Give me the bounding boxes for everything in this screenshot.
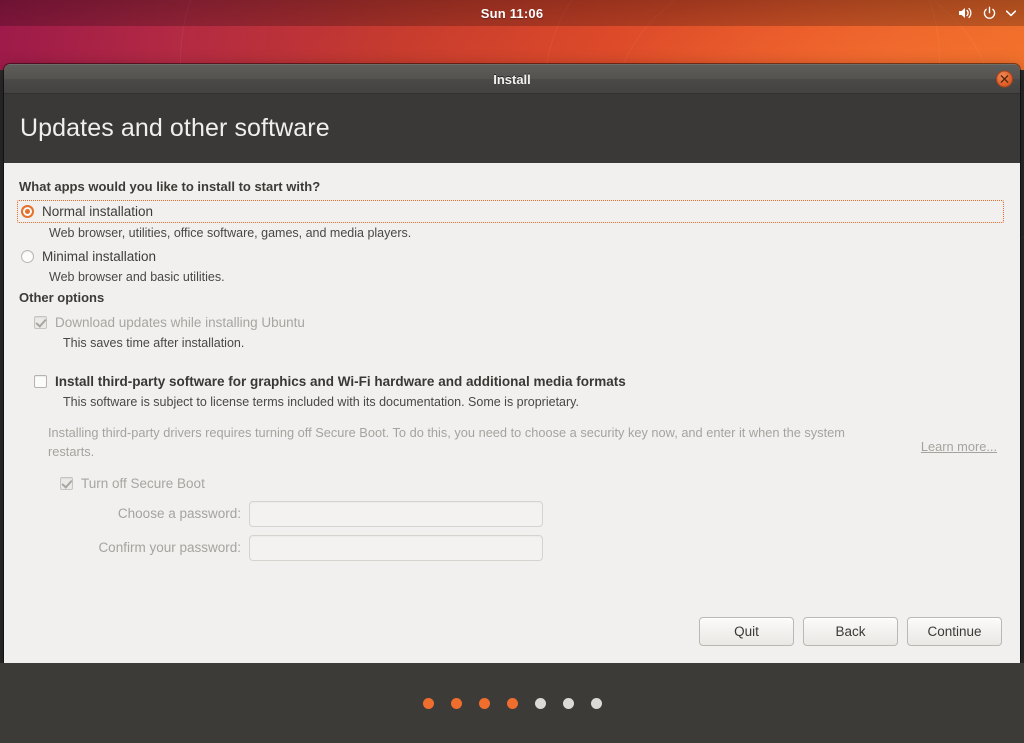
radio-indicator-minimal[interactable] (21, 250, 34, 263)
choose-password-row: Choose a password: (60, 500, 1003, 527)
confirm-password-row: Confirm your password: (60, 534, 1003, 561)
confirm-password-label: Confirm your password: (98, 540, 241, 556)
installer-window: Install Updates and other software What … (4, 64, 1020, 664)
clock-label[interactable]: Sun 11:06 (0, 6, 1024, 21)
checkbox-indicator-secure-boot (60, 476, 73, 490)
confirm-password-input[interactable] (249, 534, 543, 561)
progress-dot (422, 697, 434, 709)
radio-description-minimal: Web browser and basic utilities. (49, 270, 225, 284)
checkbox-label-download-updates: Download updates while installing Ubuntu (55, 315, 305, 330)
note-download-updates: This saves time after installation. (63, 336, 245, 350)
checkbox-label-third-party: Install third-party software for graphic… (55, 374, 626, 389)
progress-dot (562, 697, 574, 709)
other-options-heading: Other options (19, 290, 105, 305)
learn-more-link[interactable]: Learn more... (921, 439, 997, 454)
page-title: Updates and other software (20, 114, 330, 142)
apps-question-heading: What apps would you like to install to s… (19, 179, 321, 194)
system-indicators (957, 6, 1016, 21)
system-top-bar: Sun 11:06 (0, 0, 1024, 26)
quit-button[interactable]: Quit (699, 617, 794, 646)
progress-dot (506, 697, 518, 709)
progress-dot (590, 697, 602, 709)
choose-password-input[interactable] (249, 500, 543, 527)
volume-icon[interactable] (957, 6, 973, 20)
checkbox-label-secure-boot: Turn off Secure Boot (81, 475, 205, 491)
radio-label-minimal: Minimal installation (42, 249, 157, 264)
progress-dot (534, 697, 546, 709)
power-icon[interactable] (982, 6, 997, 21)
desktop-screen: Sun 11:06 Install Updates and other soft… (0, 0, 1024, 743)
progress-dot (450, 697, 462, 709)
checkbox-turn-off-secure-boot: Turn off Secure Boot (60, 474, 1003, 493)
checkbox-third-party-software[interactable]: Install third-party software for graphic… (34, 372, 1003, 391)
window-titlebar: Install (4, 64, 1020, 94)
action-buttons: Quit Back Continue (699, 617, 1002, 646)
secure-boot-info-text: Installing third-party drivers requires … (48, 425, 845, 460)
installer-content: What apps would you like to install to s… (4, 163, 1020, 664)
note-third-party: This software is subject to license term… (63, 395, 579, 409)
radio-minimal-installation[interactable]: Minimal installation (18, 246, 1003, 267)
radio-normal-installation[interactable]: Normal installation (17, 200, 1004, 223)
radio-description-normal: Web browser, utilities, office software,… (49, 226, 412, 240)
page-header-band: Updates and other software (4, 94, 1020, 163)
checkbox-download-updates: Download updates while installing Ubuntu (34, 313, 1003, 332)
continue-button[interactable]: Continue (907, 617, 1002, 646)
radio-indicator-normal[interactable] (21, 205, 34, 218)
window-title: Install (493, 71, 531, 87)
back-button[interactable]: Back (803, 617, 898, 646)
close-icon[interactable] (996, 70, 1013, 88)
chevron-down-icon[interactable] (1006, 9, 1016, 17)
checkbox-indicator-download-updates (34, 316, 47, 329)
progress-indicator (0, 663, 1024, 743)
secure-boot-block: Turn off Secure Boot Choose a password: … (60, 474, 1003, 561)
radio-label-normal: Normal installation (42, 204, 154, 219)
secure-boot-info-row: Installing third-party drivers requires … (18, 423, 1003, 462)
choose-password-label: Choose a password: (117, 506, 241, 522)
checkbox-indicator-third-party[interactable] (34, 375, 47, 388)
progress-dot (478, 697, 490, 709)
